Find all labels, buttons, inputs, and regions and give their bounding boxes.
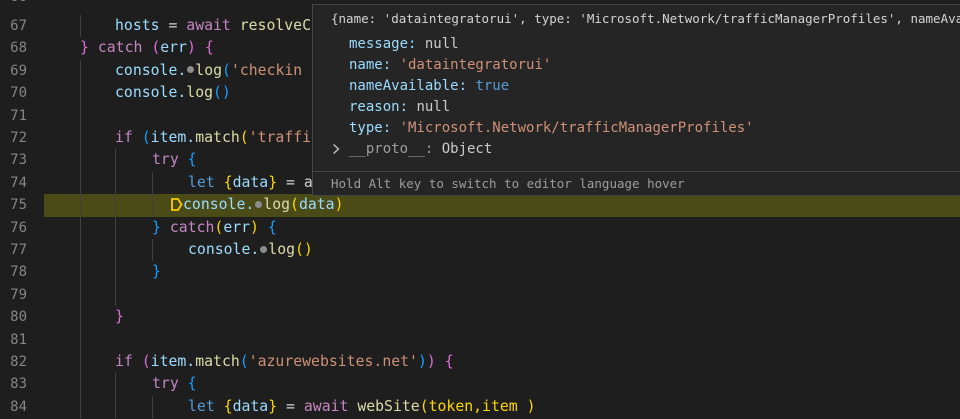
code-text: hosts = await resolveC [115,17,312,34]
inline-breakpoint-dot[interactable] [260,245,268,253]
line-number: 69 [10,62,27,79]
code-text: } [152,263,161,281]
code-text: if (item.match('traffi [115,129,312,146]
hover-property-message: message: null [349,36,459,52]
line-number: 75 [10,197,27,214]
line-number: 68 [10,40,27,57]
line-number: 74 [10,174,27,191]
line-number: 78 [10,264,27,281]
hover-property-proto[interactable]: __proto__: Object [349,140,492,158]
code-line: 80 } [0,306,960,329]
line-number: 70 [10,85,27,102]
code-text: try { [152,375,197,393]
line-number: 73 [10,152,27,169]
code-line: 79 [0,283,960,307]
hover-property-name: name: 'dataintegratorui' [349,57,552,73]
code-line: 77 console. log() [0,239,960,262]
inline-breakpoint-dot[interactable] [187,66,195,74]
code-line: 84 let {data} = await webSite(token,item… [0,395,960,419]
code-text: if (item.match('azurewebsites.net')) { [115,353,454,370]
debug-hover-widget[interactable]: {name: 'dataintegratorui', type: 'Micros… [312,4,960,196]
line-number: 77 [10,242,27,258]
hover-property-nameAvailable: nameAvailable: true [349,78,510,94]
hover-status-hint: Hold Alt key to switch to editor languag… [331,176,685,191]
line-number: 82 [10,354,27,370]
code-text: } catch(err) { [152,218,277,236]
line-number: 76 [10,219,27,236]
hover-divider [313,171,960,172]
code-line: 83 try { [0,373,960,396]
code-text: let {data} = await webSite(token,item ) [188,397,536,415]
line-number: 80 [10,309,27,326]
debug-stop-arrow-icon [171,197,183,211]
line-number: 79 [10,286,27,303]
inline-breakpoint-dot[interactable] [255,200,263,208]
line-number: 71 [10,107,27,124]
line-number: 83 [10,376,27,393]
hover-object-summary[interactable]: {name: 'dataintegratorui', type: 'Micros… [331,11,960,26]
code-line: 78 } [0,261,960,284]
code-line: 81 [0,328,960,351]
code-text: console. log('checkin [115,61,303,79]
code-text: let {data} = a [188,173,313,191]
code-text: try { [152,151,197,169]
current-line: 75 console. log(data) [0,194,960,217]
code-text: console.log() [188,241,313,258]
code-line: 82 if (item.match('azurewebsites.net')) … [0,351,960,374]
hover-property-type: type: 'Microsoft.Network/trafficManagerP… [349,120,754,136]
hover-property-reason: reason: null [349,99,451,115]
code-text: console. log(data) [170,194,344,216]
chevron-right-icon[interactable] [331,143,341,155]
line-number: 67 [10,18,27,34]
line-number: 66 [0,0,27,8]
code-text: console.log() [115,84,231,102]
line-number: 72 [10,130,27,146]
code-text: } [115,308,124,326]
code-line: 76 } catch(err) { [0,216,960,239]
code-editor[interactable]: 66 67 hosts = await resolveC 68 } catch … [0,0,960,419]
line-number: 81 [10,331,27,348]
line-number: 84 [10,398,27,415]
code-text: } catch (err) { [80,39,214,57]
